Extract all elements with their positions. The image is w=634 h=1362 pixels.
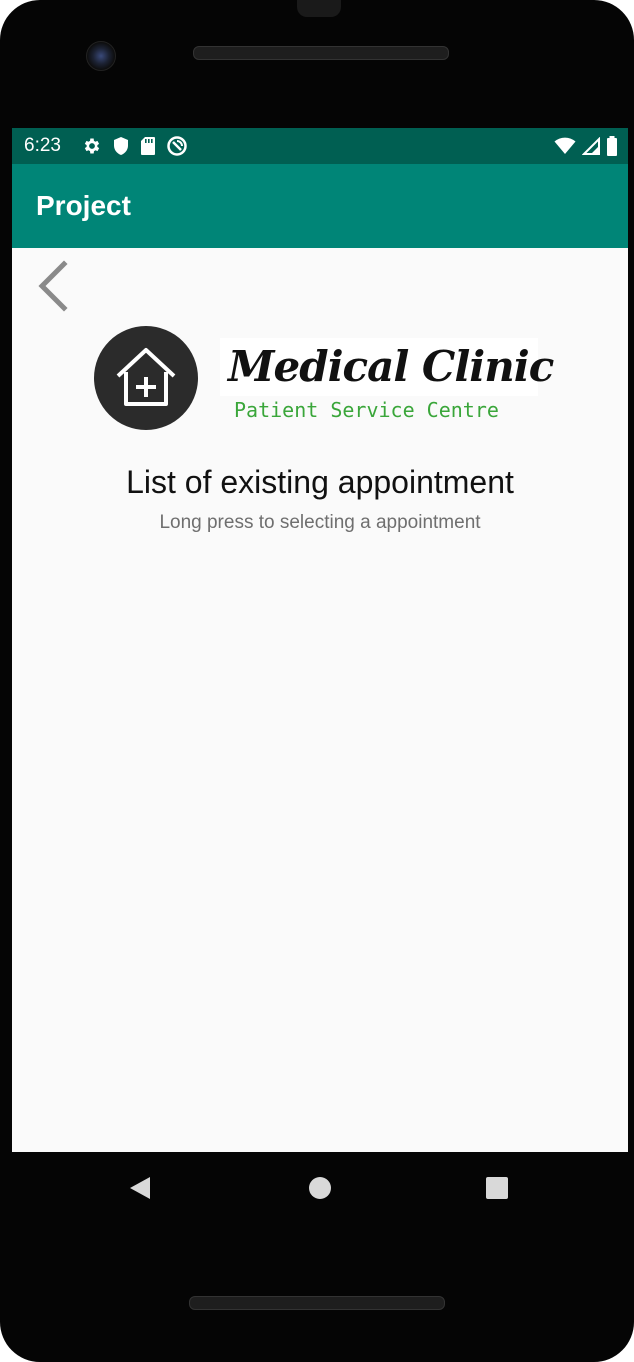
data-saver-icon [166,135,188,157]
wifi-icon [554,137,576,155]
back-triangle-icon[interactable] [128,1176,152,1204]
recents-square-icon[interactable] [486,1177,508,1199]
cell-signal-icon [582,137,600,155]
brand-name: Medical Clinic [228,342,554,391]
page-subtitle: Long press to selecting a appointment [159,512,481,533]
brand-banner: Medical Clinic [220,338,554,396]
phone-frame: 6:23 Project Medical Clinic Patient Serv… [0,0,634,1362]
chevron-left-icon [32,260,76,318]
status-time: 6:23 [24,135,61,156]
top-notch [297,0,341,17]
screen: 6:23 Project Medical Clinic Patient Serv… [12,128,628,1152]
front-camera [86,41,116,71]
home-circle-icon[interactable] [309,1177,331,1199]
app-title: Project [36,190,131,221]
bottom-speaker [189,1296,445,1310]
brand-tagline: Patient Service Centre [234,398,499,422]
status-icons-right [554,135,618,157]
back-button[interactable] [32,258,76,314]
page-title: List of existing appointment [126,464,514,500]
clinic-logo [94,326,198,430]
status-icons-left [82,135,188,157]
app-bar: Project [12,164,628,248]
settings-icon [82,136,102,156]
status-bar: 6:23 [12,128,628,164]
battery-icon [606,136,618,156]
earpiece-speaker [193,46,449,60]
navigation-bar [0,1152,634,1224]
shield-icon [112,136,130,156]
sd-card-icon [140,136,156,156]
appointment-list[interactable] [12,548,628,1148]
